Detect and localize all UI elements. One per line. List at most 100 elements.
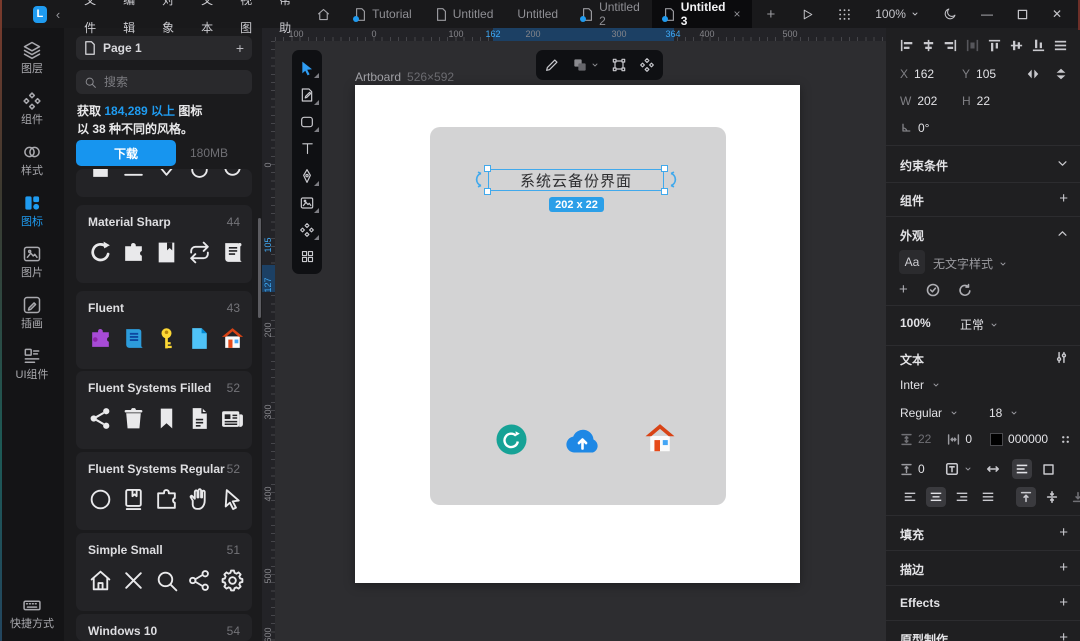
font-family-select[interactable]: Inter	[900, 378, 940, 392]
newspaper-icon[interactable]	[220, 406, 252, 432]
resize-handle[interactable]	[661, 188, 668, 195]
opacity-field[interactable]: 100%	[900, 316, 931, 330]
close-window-button[interactable]: ✕	[1040, 7, 1074, 21]
align-bottom-icon[interactable]	[1027, 36, 1049, 54]
selected-text-layer[interactable]: 系统云备份界面	[475, 165, 677, 195]
vertical-align-bottom-icon[interactable]	[1068, 487, 1080, 507]
tab-untitled-1[interactable]: Untitled	[424, 0, 506, 28]
x-field[interactable]: X 162	[900, 67, 934, 81]
icon-set-name[interactable]: Fluent Systems Filled	[88, 381, 211, 395]
height-field[interactable]: H 22	[962, 94, 990, 108]
add-style-button[interactable]: +	[899, 281, 908, 298]
icon-set-name[interactable]: Simple Small	[88, 543, 163, 557]
component-section[interactable]: 组件	[900, 192, 924, 209]
download-button[interactable]: 下载	[76, 140, 176, 166]
flip-horizontal-icon[interactable]	[1026, 67, 1040, 81]
align-vertical-center-icon[interactable]	[1005, 36, 1027, 54]
image-tool[interactable]	[292, 189, 322, 216]
text-settings-sliders-icon[interactable]	[1055, 351, 1068, 364]
boolean-ops-button[interactable]	[572, 57, 599, 73]
scroll-icon[interactable]	[121, 326, 154, 352]
tab-untitled-2[interactable]: Untitled	[505, 0, 570, 28]
scroll-icon[interactable]	[220, 240, 252, 266]
present-button[interactable]	[789, 8, 826, 21]
detach-style-icon[interactable]	[1061, 435, 1070, 444]
sidebar-item-styles[interactable]: 样式	[0, 136, 64, 182]
menu-object[interactable]: 对象	[150, 0, 189, 42]
blend-mode-select[interactable]: 正常	[960, 316, 998, 333]
book-icon[interactable]	[88, 169, 121, 181]
book-bookmark-icon[interactable]	[154, 240, 187, 266]
home-icon[interactable]	[316, 7, 331, 22]
minimize-button[interactable]: —	[969, 7, 1005, 21]
apply-style-icon[interactable]	[926, 283, 940, 297]
file-icon[interactable]	[187, 326, 220, 352]
artboard-name[interactable]: Artboard	[355, 70, 401, 84]
text-color-field[interactable]: 000000	[990, 432, 1048, 446]
tab-tutorial[interactable]: Tutorial	[343, 0, 424, 28]
appearance-section[interactable]: 外观	[900, 227, 924, 244]
sidebar-item-shortcuts[interactable]: 快捷方式	[0, 589, 64, 635]
components-tool[interactable]	[292, 216, 322, 243]
sidebar-item-layers[interactable]: 图层	[0, 34, 64, 80]
rotate-handle[interactable]	[669, 171, 680, 188]
font-weight-select[interactable]: Regular	[900, 406, 958, 420]
pen-tool[interactable]	[292, 162, 322, 189]
grid-view-icon[interactable]	[826, 8, 863, 21]
resize-handle[interactable]	[484, 165, 491, 172]
rectangle-tool[interactable]	[292, 108, 322, 135]
puzzle-icon[interactable]	[88, 326, 121, 352]
text-align-center-icon[interactable]	[926, 487, 946, 507]
distribute-horizontal-icon[interactable]	[961, 36, 983, 54]
artboard-label[interactable]: Artboard 526×592	[355, 70, 454, 84]
resize-handle[interactable]	[484, 188, 491, 195]
artboard[interactable]: 系统云备份界面 202 x 22	[355, 85, 800, 583]
text-tool[interactable]	[292, 135, 322, 162]
tab-untitled2[interactable]: Untitled 2	[570, 0, 652, 28]
layout-grid-tool[interactable]	[292, 243, 322, 270]
add-effect-button[interactable]: +	[1059, 594, 1068, 611]
home-icon[interactable]	[643, 422, 677, 454]
sidebar-item-components[interactable]: 组件	[0, 85, 64, 131]
refresh-icon[interactable]	[88, 240, 121, 266]
canvas[interactable]: 100 0 100 162 200 300 364 400 500 0 105 …	[262, 28, 886, 641]
thumb-icon[interactable]	[187, 487, 220, 513]
home-icon[interactable]	[88, 568, 121, 594]
vertical-align-top-icon[interactable]	[1016, 487, 1036, 507]
app-logo[interactable]: L	[33, 5, 47, 23]
sidebar-item-photos[interactable]: 图片	[0, 238, 64, 284]
icon-set-name[interactable]: Fluent Systems Regular	[88, 462, 225, 476]
menu-text[interactable]: 文本	[189, 0, 228, 42]
sidebar-item-illustrations[interactable]: 插画	[0, 289, 64, 335]
text-style-preview[interactable]: Aa	[899, 250, 925, 274]
menu-edit[interactable]: 编辑	[111, 0, 150, 42]
share-icon[interactable]	[187, 568, 220, 594]
refresh-icon[interactable]	[496, 424, 527, 455]
text-style-select[interactable]: 无文字样式	[933, 255, 1007, 272]
constraints-section[interactable]: 约束条件	[900, 157, 948, 174]
close-icon[interactable]	[121, 568, 154, 594]
text-transform-select[interactable]	[945, 462, 972, 476]
effects-section[interactable]: Effects	[900, 596, 940, 610]
chevron-down-icon[interactable]	[1057, 158, 1068, 169]
add-stroke-button[interactable]: +	[1059, 559, 1068, 576]
flip-vertical-icon[interactable]	[1054, 67, 1068, 81]
arc-icon[interactable]	[187, 169, 220, 181]
chevron-icon[interactable]	[154, 169, 187, 181]
icon-set-name[interactable]: Fluent	[88, 301, 124, 315]
cursor-icon[interactable]	[220, 487, 252, 513]
add-component-button[interactable]: +	[1059, 190, 1068, 207]
key-icon[interactable]	[154, 326, 187, 352]
add-fill-button[interactable]: +	[1059, 524, 1068, 541]
pencil-tool-icon[interactable]	[544, 57, 560, 73]
new-tab-button[interactable]: +	[752, 0, 789, 28]
y-field[interactable]: Y 105	[962, 67, 996, 81]
fixed-size-icon[interactable]	[1042, 463, 1055, 476]
rotate-handle[interactable]	[472, 171, 483, 188]
create-component-icon[interactable]	[639, 57, 655, 73]
theme-toggle-moon-icon[interactable]	[931, 7, 969, 21]
prototype-section[interactable]: 原型制作	[900, 631, 948, 641]
repeat-icon[interactable]	[187, 240, 220, 266]
more-align-icon[interactable]	[1049, 36, 1071, 54]
frame-selection-icon[interactable]	[611, 57, 627, 73]
